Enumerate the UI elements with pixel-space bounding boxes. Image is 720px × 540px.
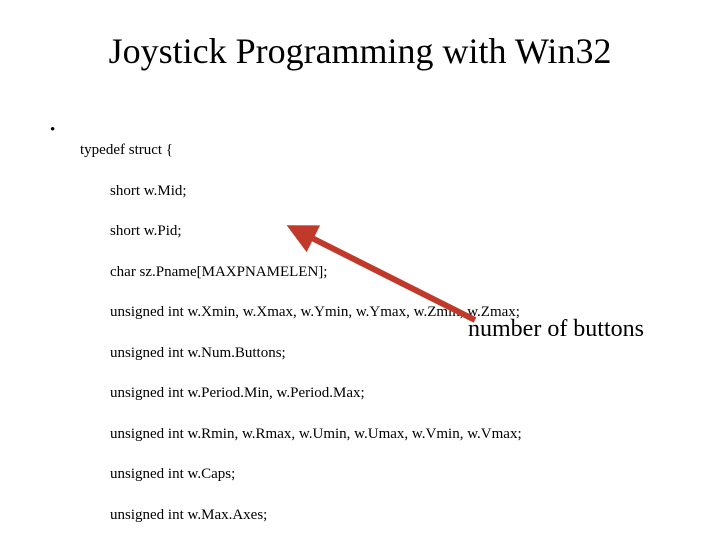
code-line: unsigned int w.Xmin, w.Xmax, w.Ymin, w.Y…	[80, 302, 522, 322]
code-line: unsigned int w.Period.Min, w.Period.Max;	[80, 383, 522, 403]
code-line: unsigned int w.Rmin, w.Rmax, w.Umin, w.U…	[80, 424, 522, 444]
code-line: short w.Mid;	[80, 181, 522, 201]
code-line: char sz.Pname[MAXPNAMELEN];	[80, 262, 522, 282]
code-block: typedef struct { short w.Mid; short w.Pi…	[80, 120, 522, 540]
code-line: unsigned int w.Caps;	[80, 464, 522, 484]
code-line: unsigned int w.Num.Buttons;	[80, 343, 522, 363]
slide: Joystick Programming with Win32 • typede…	[0, 0, 720, 540]
annotation-label: number of buttons	[468, 316, 644, 343]
bullet-icon: •	[50, 120, 80, 140]
code-line: unsigned int w.Max.Axes;	[80, 505, 522, 525]
code-line: short w.Pid;	[80, 221, 522, 241]
code-line: typedef struct {	[80, 140, 522, 160]
slide-title: Joystick Programming with Win32	[0, 30, 720, 72]
